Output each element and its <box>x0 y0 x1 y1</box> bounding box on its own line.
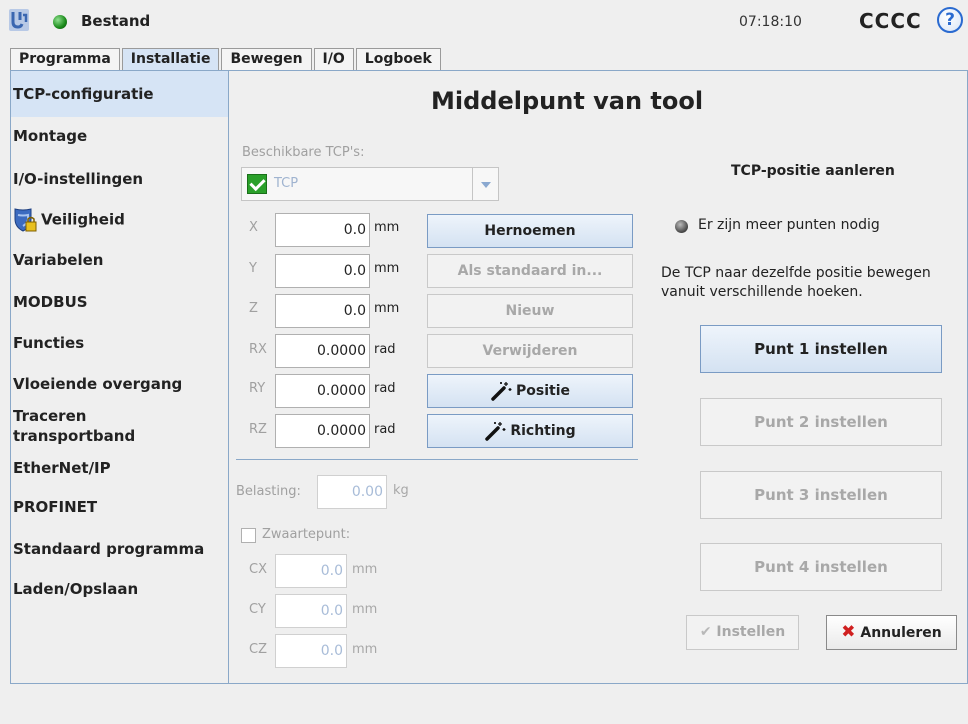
chevron-down-icon[interactable] <box>472 168 498 200</box>
y-field[interactable]: 0.0 <box>275 254 370 288</box>
page-title: Middelpunt van tool <box>431 87 704 115</box>
magic-wand-icon <box>485 422 506 441</box>
set-button[interactable]: ✔ Instellen <box>686 615 799 650</box>
x-label: X <box>249 220 258 235</box>
y-unit: mm <box>374 261 400 276</box>
tcp-content: Middelpunt van tool Beschikbare TCP's: T… <box>230 71 968 683</box>
payload-field[interactable]: 0.00 <box>317 475 387 509</box>
cx-label: CX <box>249 562 267 577</box>
rx-unit: rad <box>374 342 396 357</box>
position-button-label: Positie <box>516 383 570 399</box>
rename-button[interactable]: Hernoemen <box>427 214 633 248</box>
ry-unit: rad <box>374 381 396 396</box>
rx-label: RX <box>249 342 267 357</box>
tab-logboek[interactable]: Logboek <box>355 48 441 70</box>
main-tabs: Programma Installatie Bewegen I/O Logboe… <box>10 48 443 70</box>
cx-field[interactable]: 0.0 <box>275 554 347 588</box>
sidebar-item-conveyor-line2: transportband <box>13 427 136 445</box>
tab-installatie[interactable]: Installatie <box>121 48 220 70</box>
installation-panel: TCP-configuratie Montage I/O-instellinge… <box>10 70 968 684</box>
sidebar-item-functions[interactable]: Functies <box>11 334 228 352</box>
ur-logo-icon <box>9 9 29 31</box>
header-bar: Bestand 07:18:10 CCCC ? <box>0 0 968 44</box>
sidebar-item-conveyor-line1: Traceren <box>13 407 87 425</box>
tcp-select-value: TCP <box>274 176 299 191</box>
payload-label: Belasting: <box>236 484 301 499</box>
robot-status-icon[interactable] <box>53 15 67 29</box>
tab-programma[interactable]: Programma <box>10 48 120 70</box>
close-icon: ✖ <box>841 622 856 642</box>
sidebar-item-io-settings[interactable]: I/O-instellingen <box>11 170 228 188</box>
orientation-button[interactable]: Richting <box>427 414 633 448</box>
rz-unit: rad <box>374 422 396 437</box>
check-icon <box>247 174 267 194</box>
payload-unit: kg <box>393 483 409 498</box>
section-divider <box>236 459 638 460</box>
cx-unit: mm <box>352 562 378 577</box>
set-default-button[interactable]: Als standaard in... <box>427 254 633 288</box>
sidebar-item-montage[interactable]: Montage <box>11 127 228 145</box>
magic-wand-icon <box>491 382 512 401</box>
z-field[interactable]: 0.0 <box>275 294 370 328</box>
sidebar-item-variables[interactable]: Variabelen <box>11 251 228 269</box>
cy-unit: mm <box>352 602 378 617</box>
cancel-button[interactable]: ✖ Annuleren <box>826 615 957 650</box>
status-indicator-icon <box>675 220 688 233</box>
cy-field[interactable]: 0.0 <box>275 594 347 628</box>
set-point-1-button[interactable]: Punt 1 instellen <box>700 325 942 373</box>
cancel-button-label: Annuleren <box>860 625 942 641</box>
tab-io[interactable]: I/O <box>313 48 354 70</box>
sidebar-item-load-save[interactable]: Laden/Opslaan <box>11 580 228 598</box>
sidebar-item-tcp-config[interactable]: TCP-configuratie <box>11 71 228 117</box>
sidebar-item-profinet[interactable]: PROFINET <box>11 498 228 516</box>
cy-label: CY <box>249 602 266 617</box>
shield-lock-icon <box>13 207 37 233</box>
cog-checkbox[interactable] <box>241 528 256 543</box>
user-name[interactable]: CCCC <box>859 9 922 33</box>
orientation-button-label: Richting <box>510 423 576 439</box>
rx-field[interactable]: 0.0000 <box>275 334 370 368</box>
sidebar-item-safety[interactable]: Veiligheid <box>11 207 228 233</box>
ry-label: RY <box>249 381 266 396</box>
tab-bewegen[interactable]: Bewegen <box>221 48 312 70</box>
x-field[interactable]: 0.0 <box>275 213 370 247</box>
set-button-label: Instellen <box>716 624 786 640</box>
cz-field[interactable]: 0.0 <box>275 634 347 668</box>
sidebar-item-modbus[interactable]: MODBUS <box>11 293 228 311</box>
sidebar: TCP-configuratie Montage I/O-instellinge… <box>11 71 229 683</box>
sidebar-item-safety-label: Veiligheid <box>41 210 125 229</box>
z-label: Z <box>249 301 258 316</box>
teach-instruction-line1: De TCP naar dezelfde positie bewegen <box>661 265 931 281</box>
program-name[interactable]: Bestand <box>81 12 150 30</box>
sidebar-item-ethernet-ip[interactable]: EtherNet/IP <box>11 459 228 477</box>
cz-unit: mm <box>352 642 378 657</box>
clock: 07:18:10 <box>739 14 802 30</box>
set-point-4-button[interactable]: Punt 4 instellen <box>700 543 942 591</box>
position-button[interactable]: Positie <box>427 374 633 408</box>
ry-field[interactable]: 0.0000 <box>275 374 370 408</box>
teach-status: Er zijn meer punten nodig <box>698 217 880 233</box>
rz-field[interactable]: 0.0000 <box>275 414 370 448</box>
checkmark-icon: ✔ <box>699 624 712 640</box>
x-unit: mm <box>374 220 400 235</box>
sidebar-item-default-program[interactable]: Standaard programma <box>11 540 228 558</box>
teach-instruction-line2: vanuit verschillende hoeken. <box>661 284 863 300</box>
set-point-3-button[interactable]: Punt 3 instellen <box>700 471 942 519</box>
tcp-select[interactable]: TCP <box>241 167 499 201</box>
sidebar-item-smooth-transition[interactable]: Vloeiende overgang <box>11 375 228 393</box>
y-label: Y <box>249 261 257 276</box>
available-tcps-label: Beschikbare TCP's: <box>242 145 365 160</box>
teach-heading: TCP-positie aanleren <box>731 163 895 179</box>
z-unit: mm <box>374 301 400 316</box>
set-point-2-button[interactable]: Punt 2 instellen <box>700 398 942 446</box>
new-button[interactable]: Nieuw <box>427 294 633 328</box>
help-icon[interactable]: ? <box>937 7 963 33</box>
rz-label: RZ <box>249 422 267 437</box>
delete-button[interactable]: Verwijderen <box>427 334 633 368</box>
sidebar-item-conveyor-tracking[interactable]: Traceren transportband <box>11 406 228 446</box>
cz-label: CZ <box>249 642 267 657</box>
cog-label: Zwaartepunt: <box>262 527 351 542</box>
